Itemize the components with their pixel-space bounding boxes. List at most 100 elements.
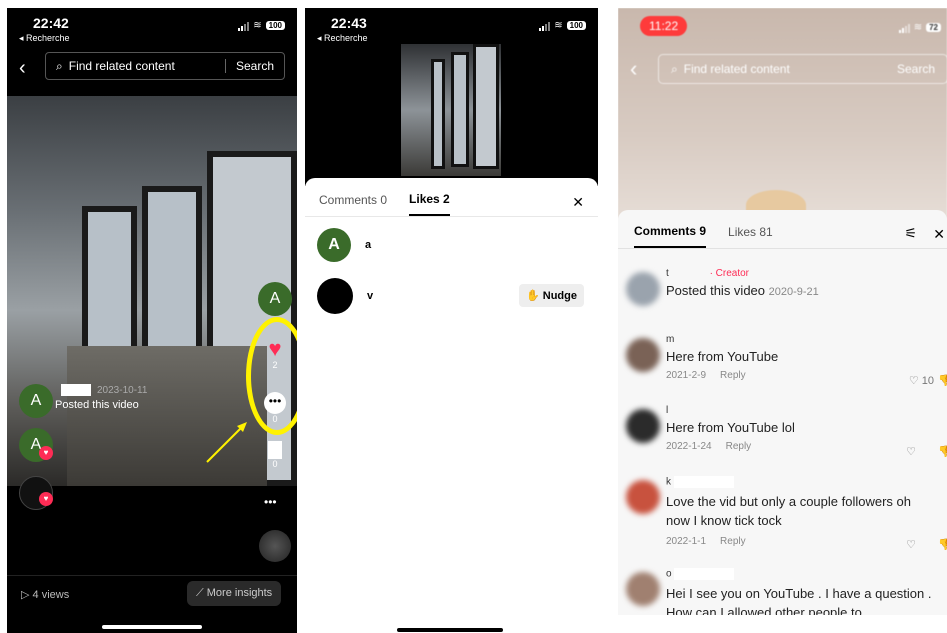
- tab-likes[interactable]: Likes 81: [728, 217, 773, 247]
- back-to-app-link[interactable]: ◂ Recherche: [19, 33, 70, 44]
- commenter-name[interactable]: k: [666, 477, 671, 488]
- side-avatar[interactable]: A: [258, 282, 292, 316]
- status-icons: ≋ 100: [238, 20, 285, 31]
- commenter-name[interactable]: t: [666, 268, 669, 279]
- user-name: v: [367, 290, 374, 302]
- likes-screen-panel: 22:43 ◂ Recherche ≋ 100 Comments 0 Likes…: [305, 8, 598, 633]
- poster-date: 2023-10-11: [97, 385, 148, 396]
- comment-button[interactable]: ••• 0: [262, 392, 288, 424]
- comment-text: Love the vid but only a couple followers…: [666, 494, 911, 528]
- status-time: 11:22: [640, 16, 688, 36]
- commenter-name[interactable]: l: [666, 405, 795, 416]
- tab-likes[interactable]: Likes 2: [409, 184, 450, 216]
- creator-badge: · Creator: [709, 268, 750, 279]
- views-label: ▷ 4 views: [21, 589, 70, 601]
- user-name: a: [365, 239, 372, 251]
- search-icon: ⌕: [671, 61, 678, 76]
- sheet-tabs: Comments 9 Likes 81 ⚟ ✕: [618, 216, 947, 249]
- more-options-icon[interactable]: •••: [264, 495, 277, 509]
- tab-comments[interactable]: Comments 9: [634, 216, 707, 248]
- save-count: 0: [272, 459, 278, 469]
- user-avatar: [317, 278, 353, 314]
- user-avatar: A: [317, 228, 351, 262]
- more-insights-button[interactable]: ⟋ More insights: [187, 581, 282, 606]
- comment-count: 0: [272, 414, 278, 424]
- home-indicator: [397, 628, 503, 632]
- back-chevron-icon[interactable]: ‹: [19, 57, 26, 80]
- video-preview-area: 11:22 ≋ 72 ‹ ⌕ Find related content Sear…: [618, 8, 947, 220]
- comment-text: Here from YouTube lol: [666, 420, 795, 435]
- status-bar: 22:42 ◂ Recherche ≋ 100: [7, 8, 297, 48]
- list-item: m Here from YouTube 2021-2-9 Reply ♡ 10 👎: [626, 334, 947, 400]
- search-button[interactable]: Search: [897, 62, 935, 76]
- redacted-username: [673, 476, 734, 488]
- tab-comments[interactable]: Comments 0: [319, 185, 387, 215]
- wifi-icon: ≋: [554, 20, 563, 31]
- window-frame-image: [473, 44, 499, 169]
- poster-avatar[interactable]: A: [19, 384, 53, 418]
- video-thumbnail[interactable]: [401, 44, 501, 176]
- window-frame-image: [451, 52, 469, 167]
- reply-button[interactable]: Reply: [720, 536, 746, 547]
- battery-icon: 100: [265, 21, 285, 30]
- list-item[interactable]: v: [317, 278, 373, 314]
- status-time: 22:43: [331, 15, 367, 31]
- home-indicator: [102, 625, 202, 629]
- video-player[interactable]: [7, 96, 297, 486]
- search-icon: ⌕: [56, 58, 63, 73]
- dislike-icon[interactable]: 👎: [938, 445, 947, 458]
- comment-date: 2020-9-21: [768, 286, 819, 298]
- commenter-avatar[interactable]: [626, 338, 660, 372]
- like-comment-button[interactable]: ♡ 10: [909, 374, 934, 387]
- comment-text: Hei I see you on YouTube . I have a ques…: [666, 586, 932, 615]
- search-input[interactable]: ⌕ Find related content Search: [45, 52, 285, 80]
- heart-badge-icon: ♥: [39, 492, 53, 506]
- reply-button[interactable]: Reply: [726, 441, 752, 452]
- status-bar: 22:43 ◂ Recherche ≋ 100: [305, 8, 598, 48]
- commenter-name[interactable]: o: [666, 569, 672, 580]
- commenter-avatar[interactable]: [626, 480, 660, 514]
- poster-caption: Posted this video: [55, 399, 139, 411]
- chart-icon: ⟋: [196, 587, 204, 599]
- bookmark-icon: [268, 441, 282, 459]
- commenter-name[interactable]: m: [666, 334, 778, 345]
- filter-icon[interactable]: ⚟: [904, 225, 917, 242]
- video-preview-area: 22:43 ◂ Recherche ≋ 100: [305, 8, 598, 186]
- signal-icon: [539, 21, 551, 31]
- close-icon[interactable]: ✕: [933, 226, 945, 243]
- like-button[interactable]: ♥ 2: [262, 338, 288, 371]
- comments-sheet: Comments 9 Likes 81 ⚟ ✕ t · Creator Post…: [618, 210, 947, 615]
- comment-icon: •••: [264, 392, 286, 414]
- heart-badge-icon: ♥: [39, 446, 53, 460]
- search-placeholder: Find related content: [68, 59, 175, 73]
- commenter-avatar[interactable]: [626, 272, 660, 306]
- search-row: ‹ ⌕ Find related content Search: [7, 49, 297, 89]
- search-button[interactable]: Search: [224, 59, 284, 73]
- status-icons: ≋ 72: [898, 22, 941, 33]
- back-to-app-link[interactable]: ◂ Recherche: [317, 33, 368, 44]
- nudge-button[interactable]: ✋ Nudge: [519, 284, 584, 307]
- heart-outline-icon[interactable]: ♡: [906, 538, 916, 551]
- heart-outline-icon: ♡: [908, 375, 919, 387]
- music-disc-icon[interactable]: [259, 530, 291, 562]
- dislike-icon[interactable]: 👎: [938, 374, 947, 387]
- heart-outline-icon[interactable]: ♡: [906, 445, 916, 458]
- commenter-avatar[interactable]: [626, 572, 660, 606]
- list-item[interactable]: A a: [317, 228, 371, 262]
- save-button[interactable]: 0: [262, 441, 288, 469]
- like-count: 2: [272, 360, 278, 370]
- commenter-avatar[interactable]: [626, 409, 660, 443]
- list-item: l Here from YouTube lol 2022-1-24 Reply ♡…: [626, 405, 947, 471]
- comment-text: Here from YouTube: [666, 349, 779, 364]
- sheet-tabs: Comments 0 Likes 2 ✕: [305, 184, 598, 217]
- search-input[interactable]: ⌕ Find related content Search: [658, 54, 947, 84]
- reply-button[interactable]: Reply: [720, 370, 746, 381]
- list-item: k Love the vid but only a couple followe…: [626, 476, 947, 562]
- status-icons: ≋ 100: [539, 20, 586, 31]
- close-icon[interactable]: ✕: [572, 194, 584, 211]
- search-placeholder: Find related content: [683, 62, 790, 76]
- dislike-icon[interactable]: 👎: [938, 538, 947, 551]
- comment-date: 2022-1-1: [666, 536, 707, 547]
- window-frame-image: [431, 59, 445, 169]
- back-chevron-icon[interactable]: ‹: [630, 56, 637, 82]
